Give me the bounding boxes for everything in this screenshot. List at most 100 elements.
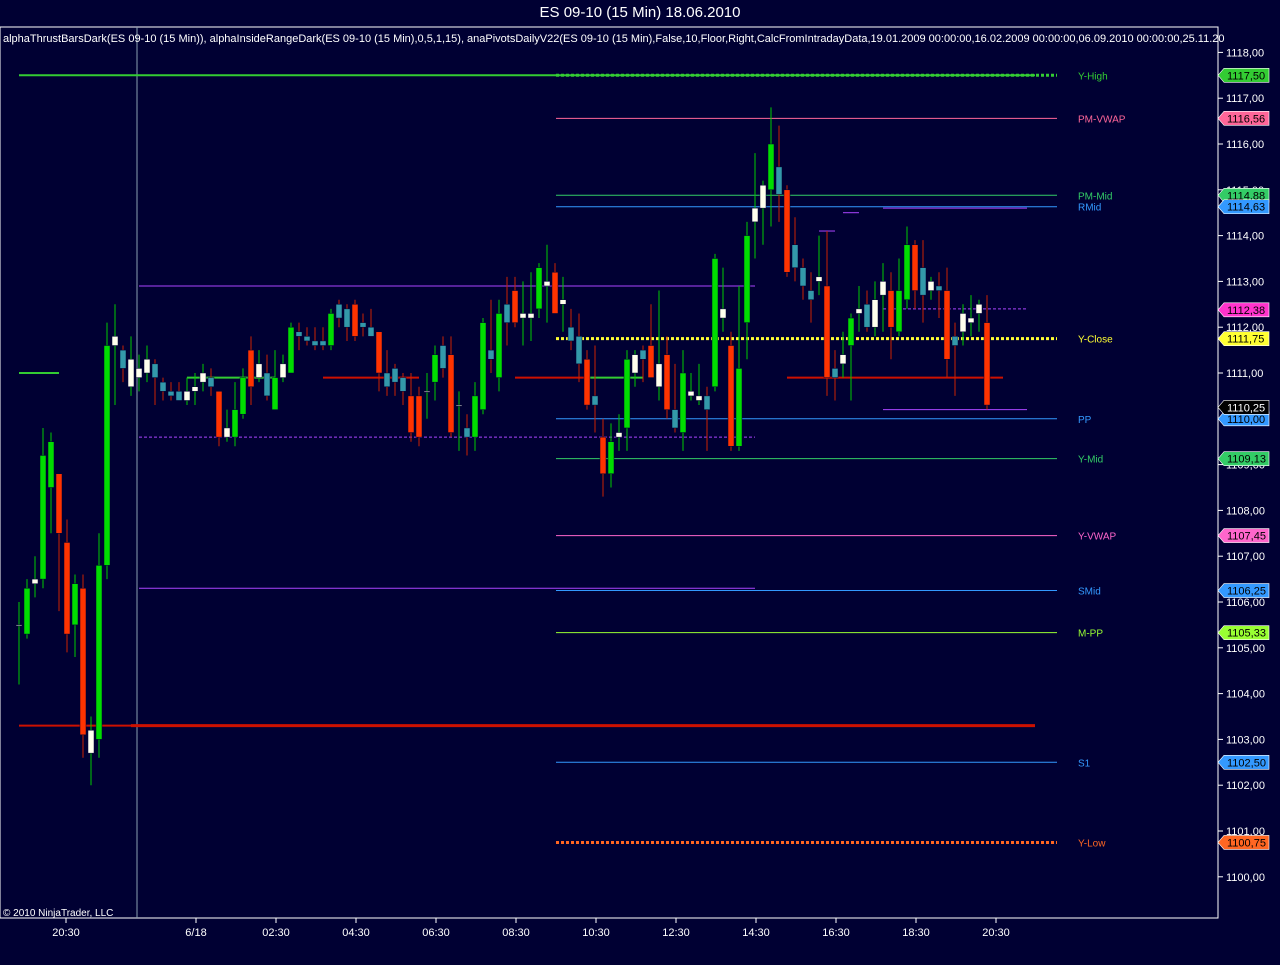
pivot-label-pm-mid: PM-Mid — [1078, 191, 1112, 202]
candle-body — [759, 184, 767, 209]
x-tick-label: 16:30 — [822, 927, 850, 939]
candle-body — [63, 542, 71, 635]
y-tick-label: 1107,00 — [1226, 551, 1265, 563]
candle-body — [679, 372, 687, 433]
copyright-label: © 2010 NinjaTrader, LLC — [3, 908, 113, 919]
candle-body — [831, 368, 839, 378]
candle-body — [207, 377, 215, 387]
candle-body — [295, 331, 303, 337]
pivot-label-s1: S1 — [1078, 758, 1091, 769]
pivot-label-y-high: Y-High — [1078, 71, 1108, 82]
candle-body — [79, 588, 87, 736]
indicator-list: alphaThrustBarsDark(ES 09-10 (15 Min)), … — [3, 33, 1225, 45]
candle-body — [191, 386, 199, 392]
candle-body — [199, 372, 207, 383]
candle-body — [151, 363, 159, 378]
candle-body — [447, 354, 455, 433]
candle-body — [591, 395, 599, 406]
price-tag-y-vwap-text: 1107,45 — [1227, 531, 1266, 543]
candle-body — [111, 336, 119, 346]
x-tick-label: 06:30 — [422, 927, 450, 939]
candle-body — [887, 290, 895, 328]
candle-body — [47, 441, 55, 488]
candle-body — [847, 317, 855, 346]
price-tag-s1-text: 1102,50 — [1227, 757, 1266, 769]
candle-body — [663, 354, 671, 410]
candle-body — [799, 267, 807, 287]
pivot-label-y-low: Y-Low — [1078, 838, 1106, 849]
candle-body — [15, 624, 23, 627]
candle-body — [575, 336, 583, 365]
candle-body — [495, 313, 503, 378]
candle-body — [127, 359, 135, 387]
candle-body — [367, 326, 375, 337]
y-tick-label: 1108,00 — [1226, 505, 1265, 517]
candle-body — [95, 565, 103, 740]
y-tick-label: 1113,00 — [1226, 276, 1264, 288]
pivot-label-pp: PP — [1078, 415, 1092, 426]
candle-body — [919, 267, 927, 296]
candle-body — [903, 244, 911, 300]
price-tag-y-low-text: 1100,75 — [1227, 837, 1266, 849]
y-tick-label: 1100,00 — [1226, 872, 1265, 884]
candle-body — [279, 363, 287, 378]
candle-body — [471, 395, 479, 438]
candle-body — [247, 349, 255, 387]
price-tag-y-close-text: 1111,75 — [1227, 334, 1264, 346]
candle-body — [583, 359, 591, 406]
y-tick-label: 1102,00 — [1226, 780, 1265, 792]
candle-body — [415, 395, 423, 438]
price-tag-extra-1-text: 1110,25 — [1227, 402, 1265, 414]
x-tick-label: 20:30 — [982, 927, 1010, 939]
candle-body — [791, 244, 799, 268]
x-tick-label: 04:30 — [342, 927, 370, 939]
candle-body — [567, 326, 575, 342]
candle-body — [143, 359, 151, 374]
candle-body — [951, 336, 959, 346]
candle-body — [135, 368, 143, 378]
candle-body — [399, 377, 407, 392]
candle-body — [215, 391, 223, 438]
y-tick-label: 1105,00 — [1226, 643, 1265, 655]
candle-body — [775, 166, 783, 195]
candle-body — [239, 377, 247, 415]
candle-body — [183, 391, 191, 401]
candle-body — [751, 207, 759, 223]
candle-body — [967, 317, 975, 323]
x-tick-label: 18:30 — [902, 927, 930, 939]
candle-body — [231, 409, 239, 438]
chart-canvas: alphaThrustBarsDark(ES 09-10 (15 Min)), … — [0, 26, 1270, 939]
candle-body — [23, 588, 31, 635]
candle-body — [943, 290, 951, 360]
candle-body — [631, 354, 639, 374]
candle-body — [695, 395, 703, 401]
candle-body — [255, 363, 263, 378]
candle-body — [31, 578, 39, 584]
candle-body — [855, 308, 863, 314]
candle-body — [103, 345, 111, 566]
pivot-label-rmid: RMid — [1078, 203, 1101, 214]
candle-body — [527, 313, 535, 319]
y-tick-label: 1111,00 — [1226, 368, 1263, 380]
candle-body — [39, 455, 47, 580]
candle-body — [975, 304, 983, 314]
candle-body — [911, 244, 919, 291]
candle-body — [167, 391, 175, 397]
chart-title: ES 09-10 (15 Min) 18.06.2010 — [539, 4, 741, 21]
x-tick-label: 14:30 — [742, 927, 770, 939]
y-tick-label: 1104,00 — [1226, 689, 1265, 701]
candle-body — [303, 336, 311, 342]
candle-body — [455, 404, 463, 407]
candle-body — [87, 729, 95, 754]
x-tick-label: 20:30 — [52, 927, 80, 939]
candle-body — [431, 354, 439, 383]
x-tick-label: 02:30 — [262, 927, 290, 939]
candle-body — [55, 473, 63, 534]
y-tick-label: 1114,00 — [1226, 231, 1264, 243]
candle-body — [655, 363, 663, 387]
candle-body — [719, 308, 727, 319]
candle-body — [959, 313, 967, 333]
candle-body — [71, 583, 79, 626]
x-tick-group: 20:30 6/18 02:30 04:30 06:30 08:30 10:30 12:30 1… — [52, 918, 1010, 939]
candle-body — [815, 276, 823, 282]
